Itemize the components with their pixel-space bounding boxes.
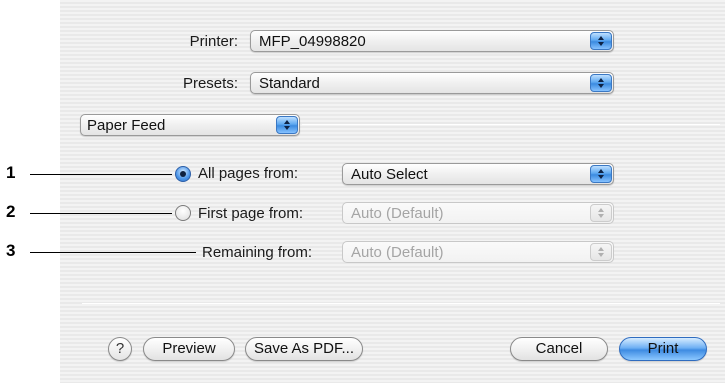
callout-line-3 xyxy=(30,252,196,253)
radio-selected-icon[interactable] xyxy=(175,166,191,182)
remaining-from-label: Remaining from: xyxy=(202,244,313,261)
printer-popup[interactable]: MFP_04998820 xyxy=(250,30,614,52)
first-page-from-popup[interactable]: Auto (Default) xyxy=(342,202,614,224)
radio-unselected-icon[interactable] xyxy=(175,205,191,221)
all-pages-from-popup-value: Auto Select xyxy=(351,166,428,183)
all-pages-from-label: All pages from: xyxy=(198,165,299,182)
up-down-arrows-icon xyxy=(590,32,612,50)
cancel-button[interactable]: Cancel xyxy=(510,337,608,361)
save-as-pdf-button[interactable]: Save As PDF... xyxy=(245,337,363,361)
section-separator xyxy=(302,124,720,125)
print-button[interactable]: Print xyxy=(619,337,707,361)
callout-line-1 xyxy=(30,174,172,175)
up-down-arrows-icon xyxy=(590,74,612,92)
bottom-separator xyxy=(82,303,720,304)
presets-popup[interactable]: Standard xyxy=(250,72,614,94)
print-dialog xyxy=(60,0,725,383)
remaining-from-popup-value: Auto (Default) xyxy=(351,244,444,261)
callout-line-2 xyxy=(30,213,172,214)
printer-label: Printer: xyxy=(189,33,238,50)
print-dialog-screenshot: Printer: MFP_04998820 Presets: Standard … xyxy=(0,0,725,383)
up-down-arrows-icon xyxy=(590,204,612,222)
first-page-from-popup-value: Auto (Default) xyxy=(351,205,444,222)
preview-button[interactable]: Preview xyxy=(143,337,235,361)
callout-number-3: 3 xyxy=(6,241,16,260)
all-pages-from-popup[interactable]: Auto Select xyxy=(342,163,614,185)
up-down-arrows-icon xyxy=(590,165,612,183)
section-popup[interactable]: Paper Feed xyxy=(80,114,300,136)
first-page-from-label: First page from: xyxy=(198,205,304,222)
up-down-arrows-icon xyxy=(276,116,298,134)
question-mark-icon[interactable]: ? xyxy=(108,337,132,361)
up-down-arrows-icon xyxy=(590,243,612,261)
callout-number-2: 2 xyxy=(6,202,16,221)
printer-popup-value: MFP_04998820 xyxy=(259,33,366,50)
section-popup-value: Paper Feed xyxy=(87,117,166,134)
remaining-from-popup[interactable]: Auto (Default) xyxy=(342,241,614,263)
presets-label: Presets: xyxy=(182,75,238,92)
callout-number-1: 1 xyxy=(6,163,16,182)
presets-popup-value: Standard xyxy=(259,75,320,92)
